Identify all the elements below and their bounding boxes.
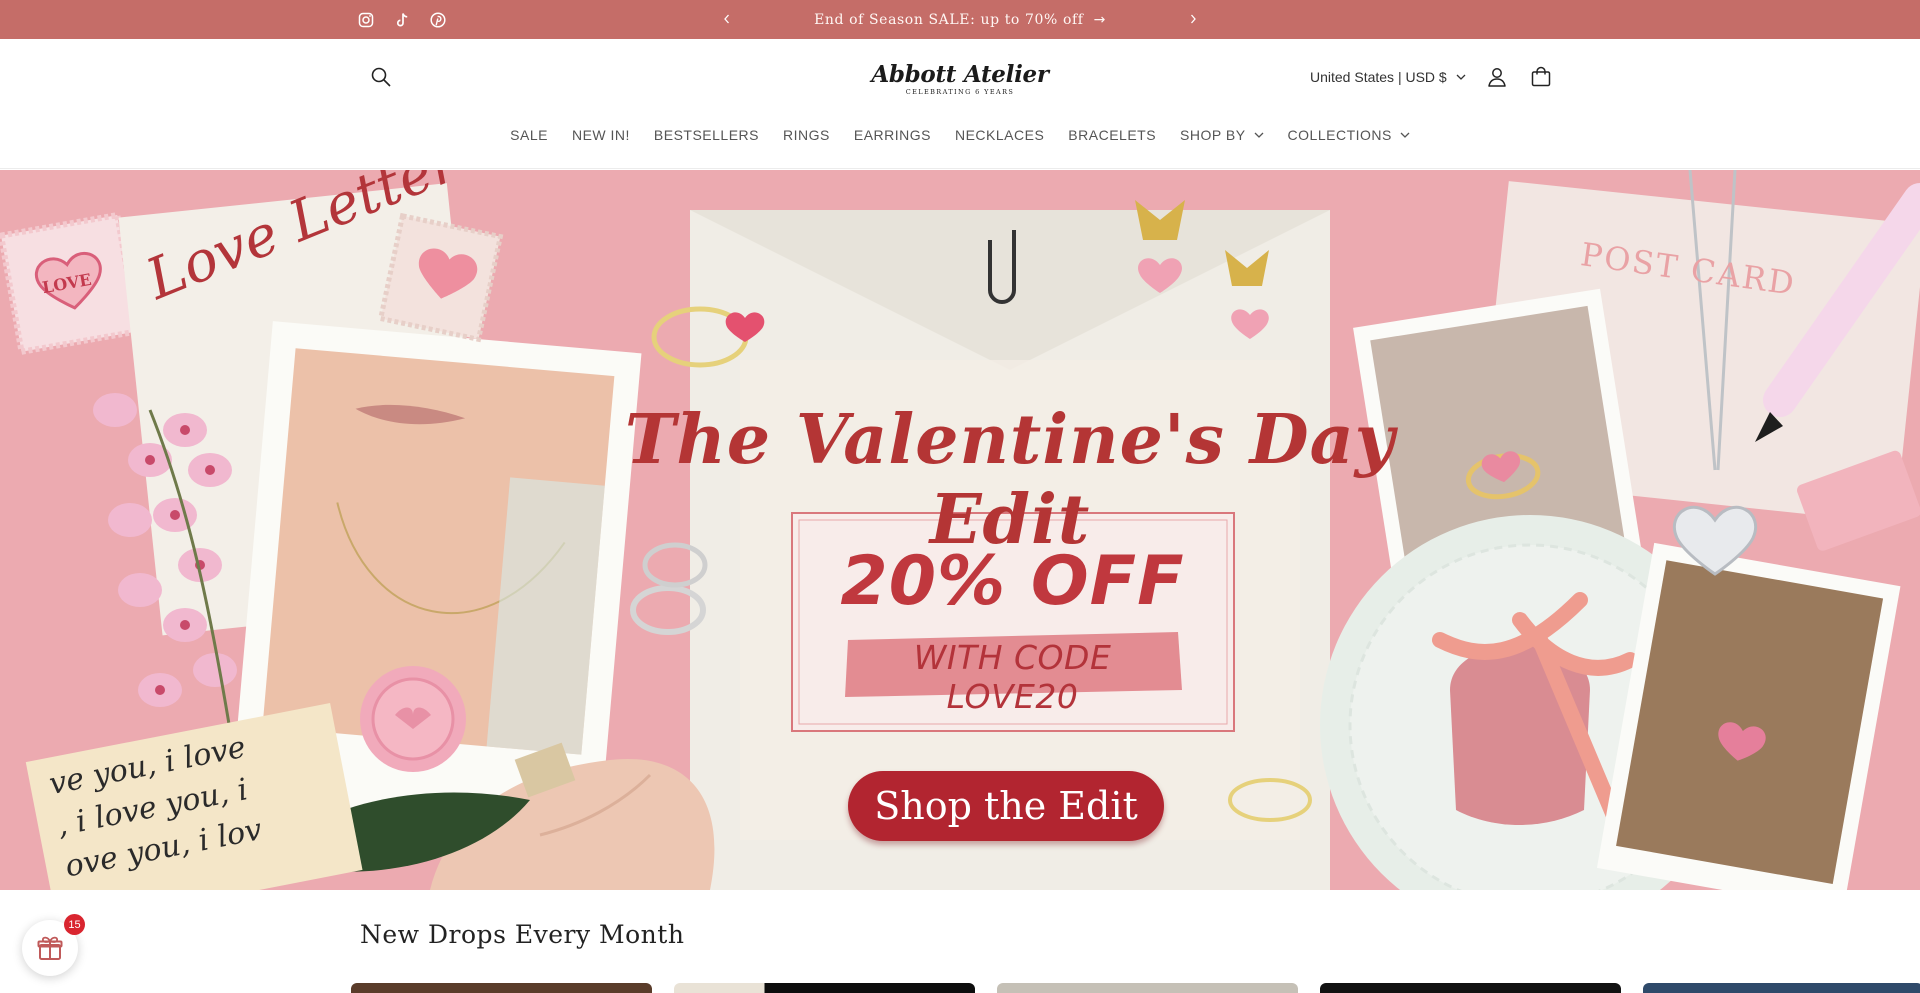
nav-label: SALE xyxy=(510,127,548,143)
nav-item-new-in[interactable]: NEW IN! xyxy=(560,119,642,151)
nav-label: RINGS xyxy=(783,127,830,143)
chevron-down-icon xyxy=(1254,132,1264,138)
product-card[interactable] xyxy=(351,983,652,993)
announcement-bar: End of Season SALE: up to 70% off → xyxy=(0,0,1920,39)
nav-label: NEW IN! xyxy=(571,127,630,143)
search-icon[interactable] xyxy=(368,64,394,90)
chevron-down-icon xyxy=(1456,74,1466,80)
nav-label: EARRINGS xyxy=(853,127,931,143)
account-icon[interactable] xyxy=(1484,64,1510,90)
instagram-icon[interactable] xyxy=(355,9,377,31)
announcement-link[interactable]: End of Season SALE: up to 70% off → xyxy=(800,0,1120,39)
nav-label: SHOP BY xyxy=(1180,127,1246,143)
nav-label: NECKLACES xyxy=(954,127,1045,143)
hero-banner[interactable]: LOVE Love Letter POST CARD ve you, i lov… xyxy=(0,170,1920,890)
announcement-text: End of Season SALE: up to 70% off xyxy=(814,11,1084,28)
product-card[interactable] xyxy=(1643,983,1920,993)
currency-label: United States | USD $ xyxy=(1310,69,1447,85)
logo-wordmark: Abbott Atelier xyxy=(871,60,1049,88)
hero-discount: 20% OFF xyxy=(840,542,1185,621)
shop-the-edit-button[interactable]: Shop the Edit xyxy=(848,771,1164,841)
site-logo[interactable]: Abbott Atelier CELEBRATING 6 YEARS xyxy=(860,59,1060,99)
nav-item-shop-by[interactable]: SHOP BY xyxy=(1168,119,1276,151)
nav-label: COLLECTIONS xyxy=(1287,127,1392,143)
section-title: New Drops Every Month xyxy=(360,920,685,949)
arrow-right-icon: → xyxy=(1093,11,1106,28)
nav-item-necklaces[interactable]: NECKLACES xyxy=(943,119,1056,151)
rewards-count-badge: 15 xyxy=(64,914,85,935)
announcement-next-button[interactable] xyxy=(1182,8,1204,30)
chevron-down-icon xyxy=(1400,132,1410,138)
nav-item-sale[interactable]: SALE xyxy=(498,119,560,151)
nav-item-collections[interactable]: COLLECTIONS xyxy=(1276,119,1422,151)
currency-selector[interactable]: United States | USD $ xyxy=(1310,64,1466,90)
nav-item-earrings[interactable]: EARRINGS xyxy=(842,119,943,151)
hero-promo-code: WITH CODE LOVE20 xyxy=(913,638,1112,716)
product-card[interactable] xyxy=(997,983,1298,993)
logo-tagline: CELEBRATING 6 YEARS xyxy=(905,87,1015,96)
nav-item-bracelets[interactable]: BRACELETS xyxy=(1056,119,1168,151)
hero-title: The Valentine's Day Edit xyxy=(624,400,1396,560)
product-card[interactable] xyxy=(1320,983,1621,993)
nav-item-bestsellers[interactable]: BESTSELLERS xyxy=(642,119,771,151)
site-header: Abbott Atelier CELEBRATING 6 YEARS Unite… xyxy=(0,39,1920,169)
pinterest-icon[interactable] xyxy=(427,9,449,31)
nav-label: BESTSELLERS xyxy=(653,127,760,143)
announcement-prev-button[interactable] xyxy=(716,8,738,30)
nav-item-rings[interactable]: RINGS xyxy=(771,119,842,151)
nav-label: BRACELETS xyxy=(1068,127,1157,143)
product-card[interactable] xyxy=(674,983,975,993)
main-navigation: SALE NEW IN! BESTSELLERS RINGS EARRINGS … xyxy=(0,119,1920,151)
cart-icon[interactable] xyxy=(1528,64,1554,90)
tiktok-icon[interactable] xyxy=(391,9,413,31)
gift-icon xyxy=(37,936,63,960)
